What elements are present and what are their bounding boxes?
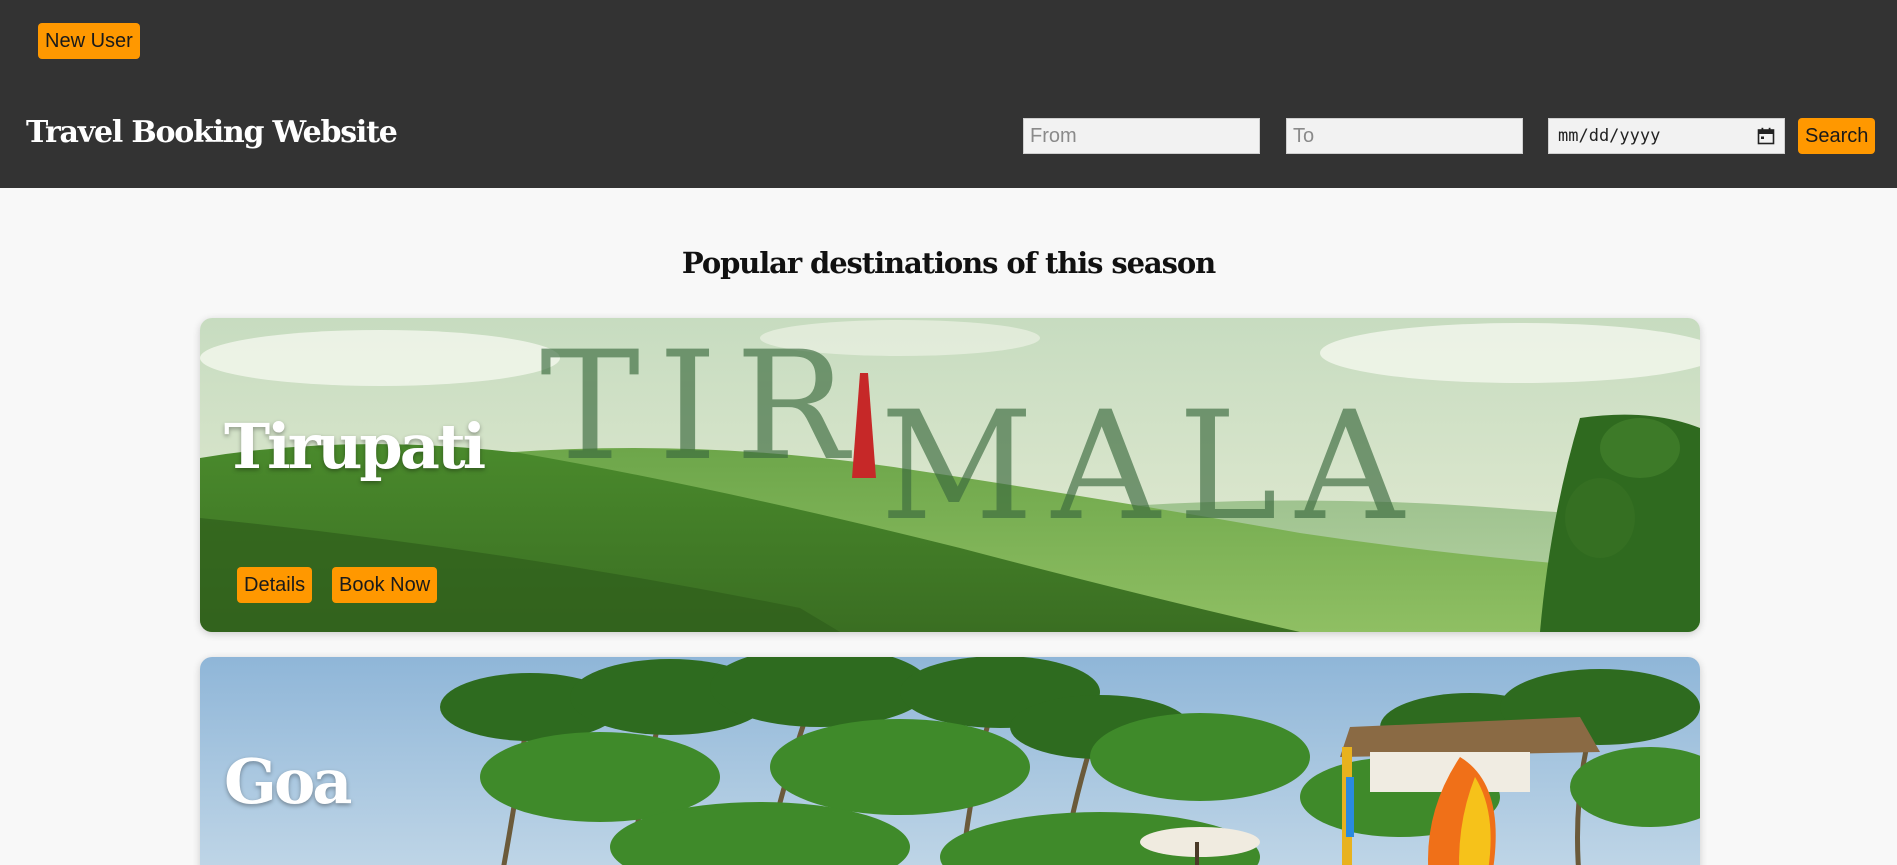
destination-name: Tirupati [224,410,486,483]
top-header: New User Travel Booking Website mm/dd/yy… [0,0,1897,188]
destination-card-goa: Goa [200,657,1700,865]
details-button[interactable]: Details [237,567,313,603]
date-input[interactable]: mm/dd/yyyy [1548,118,1785,154]
from-input[interactable] [1023,118,1260,154]
search-button[interactable]: Search [1798,118,1876,154]
to-input[interactable] [1286,118,1523,154]
svg-text:MALA: MALA [880,380,1422,554]
destination-card-tirupati: TIR MALA Tirupati Details Book Now [200,318,1700,632]
calendar-icon[interactable] [1757,127,1775,145]
section-title: Popular destinations of this season [681,246,1216,280]
destination-name: Goa [224,745,352,818]
svg-text:TIR: TIR [540,320,866,494]
date-placeholder: mm/dd/yyyy [1558,126,1661,146]
goa-banner-image [200,657,1700,865]
book-now-button[interactable]: Book Now [332,567,438,603]
new-user-button[interactable]: New User [38,23,140,59]
site-title: Travel Booking Website [26,115,398,150]
